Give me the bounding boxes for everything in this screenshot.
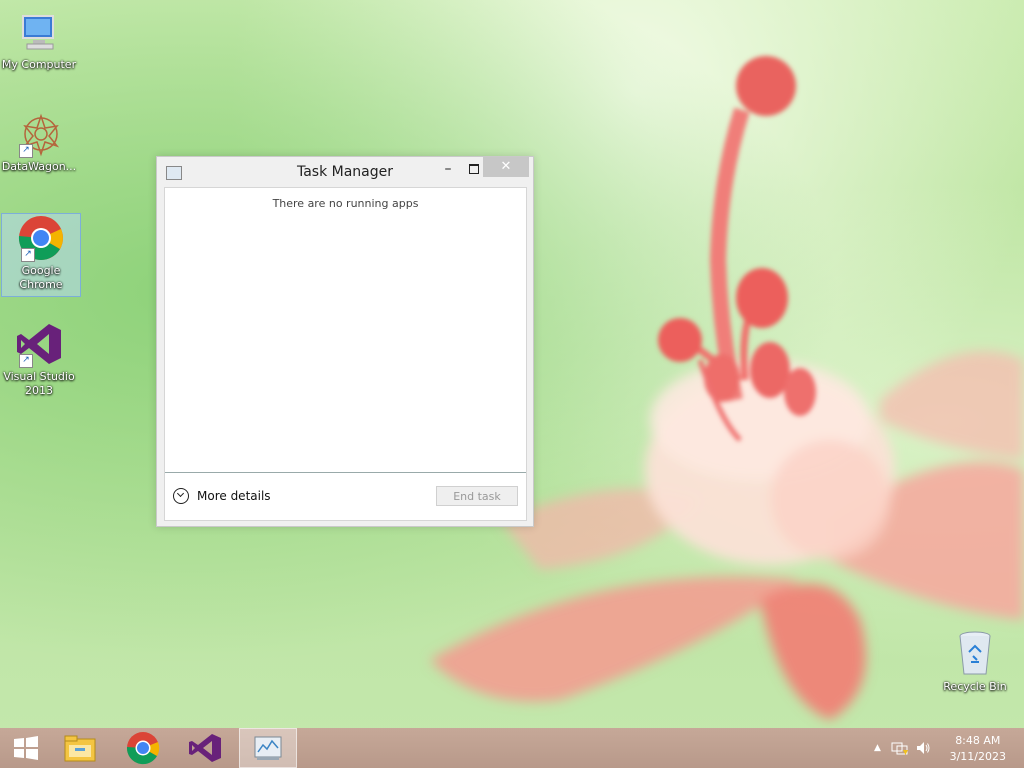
chrome-icon: ↗ xyxy=(17,214,65,262)
empty-message: There are no running apps xyxy=(272,197,419,210)
chevron-down-icon xyxy=(173,488,189,504)
file-explorer-icon xyxy=(64,735,96,762)
desktop-icon-label: Google Chrome xyxy=(19,264,63,291)
desktop-icon-label: Recycle Bin xyxy=(943,680,1007,693)
show-hidden-icons-button[interactable]: ▲ xyxy=(874,743,881,753)
more-details-button[interactable]: More details xyxy=(173,488,271,504)
taskbar: ▲ 8:48 AM 3/11/2023 xyxy=(0,728,1024,768)
visual-studio-icon xyxy=(189,734,221,762)
shortcut-arrow-icon: ↗ xyxy=(21,248,35,262)
minimize-button[interactable]: – xyxy=(435,161,461,181)
close-button[interactable]: ✕ xyxy=(483,157,529,177)
end-task-button[interactable]: End task xyxy=(436,486,518,506)
clock-date: 3/11/2023 xyxy=(949,750,1006,763)
task-manager-window[interactable]: Task Manager – ✕ There are no running ap… xyxy=(156,156,534,527)
desktop-icon-datawagon[interactable]: ↗ DataWagon... xyxy=(0,110,78,174)
chrome-icon xyxy=(126,732,160,765)
apps-list[interactable]: There are no running apps More details E… xyxy=(164,187,527,521)
maximize-icon xyxy=(469,164,479,174)
volume-icon[interactable] xyxy=(915,740,931,756)
more-details-label: More details xyxy=(197,489,271,503)
recycle-bin-icon xyxy=(951,630,999,678)
desktop-icon-google-chrome[interactable]: ↗ Google Chrome xyxy=(1,213,81,297)
task-manager-icon xyxy=(254,736,282,760)
desktop-icon-label: My Computer xyxy=(1,58,77,71)
computer-icon xyxy=(15,8,63,56)
visual-studio-icon: ↗ xyxy=(15,320,63,368)
footer-divider xyxy=(165,472,526,473)
desktop-icon-label: Visual Studio 2013 xyxy=(3,370,75,397)
network-icon[interactable] xyxy=(891,740,909,756)
system-tray: ▲ xyxy=(874,728,931,768)
desktop-icon-label: DataWagon... xyxy=(1,160,77,173)
title-bar[interactable]: Task Manager – ✕ xyxy=(157,157,533,187)
datawagon-icon: ↗ xyxy=(15,110,63,158)
taskbar-visual-studio[interactable] xyxy=(179,728,231,768)
clock[interactable]: 8:48 AM 3/11/2023 xyxy=(950,733,1006,765)
shortcut-arrow-icon: ↗ xyxy=(19,354,33,368)
taskbar-task-manager[interactable] xyxy=(239,728,297,768)
desktop-icon-visual-studio[interactable]: ↗ Visual Studio 2013 xyxy=(0,320,78,398)
taskbar-file-explorer[interactable] xyxy=(54,728,106,768)
start-icon xyxy=(14,736,38,760)
desktop-icon-recycle-bin[interactable]: Recycle Bin xyxy=(936,630,1014,694)
start-button[interactable] xyxy=(0,728,52,768)
taskbar-chrome[interactable] xyxy=(117,728,169,768)
desktop-icon-my-computer[interactable]: My Computer xyxy=(0,8,78,72)
clock-time: 8:48 AM xyxy=(955,734,1001,747)
shortcut-arrow-icon: ↗ xyxy=(19,144,33,158)
